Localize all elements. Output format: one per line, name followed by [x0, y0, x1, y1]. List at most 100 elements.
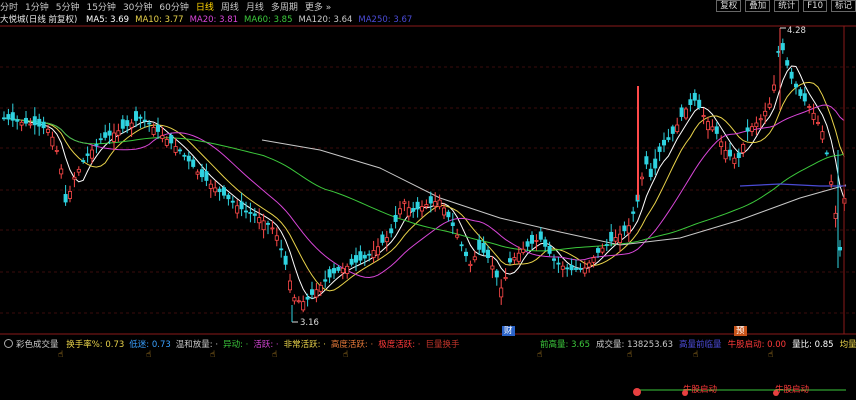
signal-label-1: 牛股启动	[683, 385, 718, 395]
candle-body	[252, 213, 257, 216]
candle-body	[261, 220, 266, 231]
candle-body	[463, 251, 468, 257]
candle-body	[732, 157, 737, 164]
candle-body	[591, 257, 596, 263]
panel-separator	[0, 25, 856, 335]
candle-body	[155, 124, 160, 132]
candle-body	[340, 267, 345, 274]
candle-body	[6, 114, 11, 120]
signal-strip	[633, 388, 846, 396]
candle-body	[230, 200, 235, 203]
candle-body	[208, 183, 213, 189]
candle-body	[389, 228, 394, 234]
candle-body	[120, 119, 125, 129]
candle-body	[195, 171, 200, 175]
candle-body	[648, 168, 653, 177]
candle-body	[90, 149, 95, 159]
candle-body	[829, 181, 834, 185]
candle-body	[283, 255, 288, 265]
candle-body	[217, 188, 222, 193]
candle-body	[221, 187, 226, 196]
candle-body	[345, 265, 350, 274]
candle-body	[243, 210, 248, 213]
candle-body	[182, 154, 187, 157]
candle-body	[600, 247, 605, 253]
candle-body	[239, 201, 244, 210]
volume-legend-item: 成交量: 138253.63	[596, 340, 674, 350]
candle-body	[618, 233, 623, 243]
candle-body	[547, 245, 552, 254]
candle-body	[331, 268, 336, 274]
candle-body	[191, 159, 196, 167]
candle-body	[785, 60, 790, 66]
candle-body	[503, 276, 508, 280]
pointer-hand-icon: ☝	[210, 350, 216, 360]
candle-body	[411, 207, 416, 212]
candle-body	[798, 89, 803, 96]
candle-body	[596, 248, 601, 253]
candle-body	[441, 207, 446, 216]
volume-legend-item: 异动: ·	[223, 340, 249, 350]
pointer-hand-icon: ☝	[272, 350, 278, 360]
volume-legend-item: 均量金叉	[839, 340, 856, 350]
candle-body	[292, 297, 297, 302]
candle-body	[684, 108, 689, 119]
candle-body	[323, 279, 328, 282]
volume-legend-item: 极度活跃: ·	[378, 340, 421, 350]
candle-body	[794, 83, 799, 88]
candle-body	[816, 122, 821, 124]
candle-body	[763, 110, 768, 117]
chart-grid	[0, 66, 856, 314]
candle-body	[525, 241, 530, 247]
candle-body	[521, 248, 526, 253]
candle-body	[507, 258, 512, 263]
candle-body	[811, 112, 816, 120]
candle-body	[838, 246, 843, 251]
candle-body	[609, 231, 614, 242]
candle-body	[270, 227, 275, 230]
candle-body	[186, 155, 191, 162]
candle-body	[402, 201, 407, 204]
candle-body	[147, 122, 152, 125]
candle-body	[177, 149, 182, 152]
candle-body	[582, 267, 587, 274]
candle-body	[802, 93, 807, 102]
candle-body	[613, 237, 618, 242]
candle-body	[37, 118, 42, 127]
candle-body	[666, 137, 671, 140]
candle-body	[235, 205, 240, 214]
candle-body	[736, 152, 741, 158]
candle-body	[226, 194, 231, 200]
candle-body	[15, 119, 20, 122]
signal-label-2: 牛股启动	[775, 385, 810, 395]
candle-body	[397, 208, 402, 215]
candle-body	[780, 43, 785, 51]
ma-line	[3, 65, 845, 300]
candle-body	[657, 146, 662, 152]
candle-body	[371, 250, 376, 258]
candle-body	[76, 168, 81, 173]
candle-body	[151, 126, 156, 135]
event-tag-financial[interactable]: 财	[502, 326, 515, 336]
candle-body	[116, 130, 121, 136]
candle-body	[112, 132, 117, 142]
event-tag-forecast[interactable]: 预	[734, 326, 747, 336]
candle-body	[644, 156, 649, 165]
candle-body	[767, 103, 772, 108]
candle-body	[358, 251, 363, 261]
candle-body	[741, 143, 746, 153]
candle-body	[626, 225, 631, 234]
candle-body	[362, 254, 367, 259]
volume-legend-item: 巨量换手	[425, 340, 460, 350]
candle-body	[455, 234, 460, 238]
candle-body	[353, 255, 358, 263]
candle-body	[50, 136, 55, 147]
candle-body	[679, 107, 684, 117]
candle-body	[173, 146, 178, 153]
indicator-toggle-icon[interactable]	[4, 339, 13, 348]
candle-body	[138, 116, 143, 119]
signal-dot	[633, 388, 641, 396]
candle-body	[701, 115, 706, 118]
candle-body	[675, 124, 680, 133]
candle-body	[32, 116, 37, 126]
